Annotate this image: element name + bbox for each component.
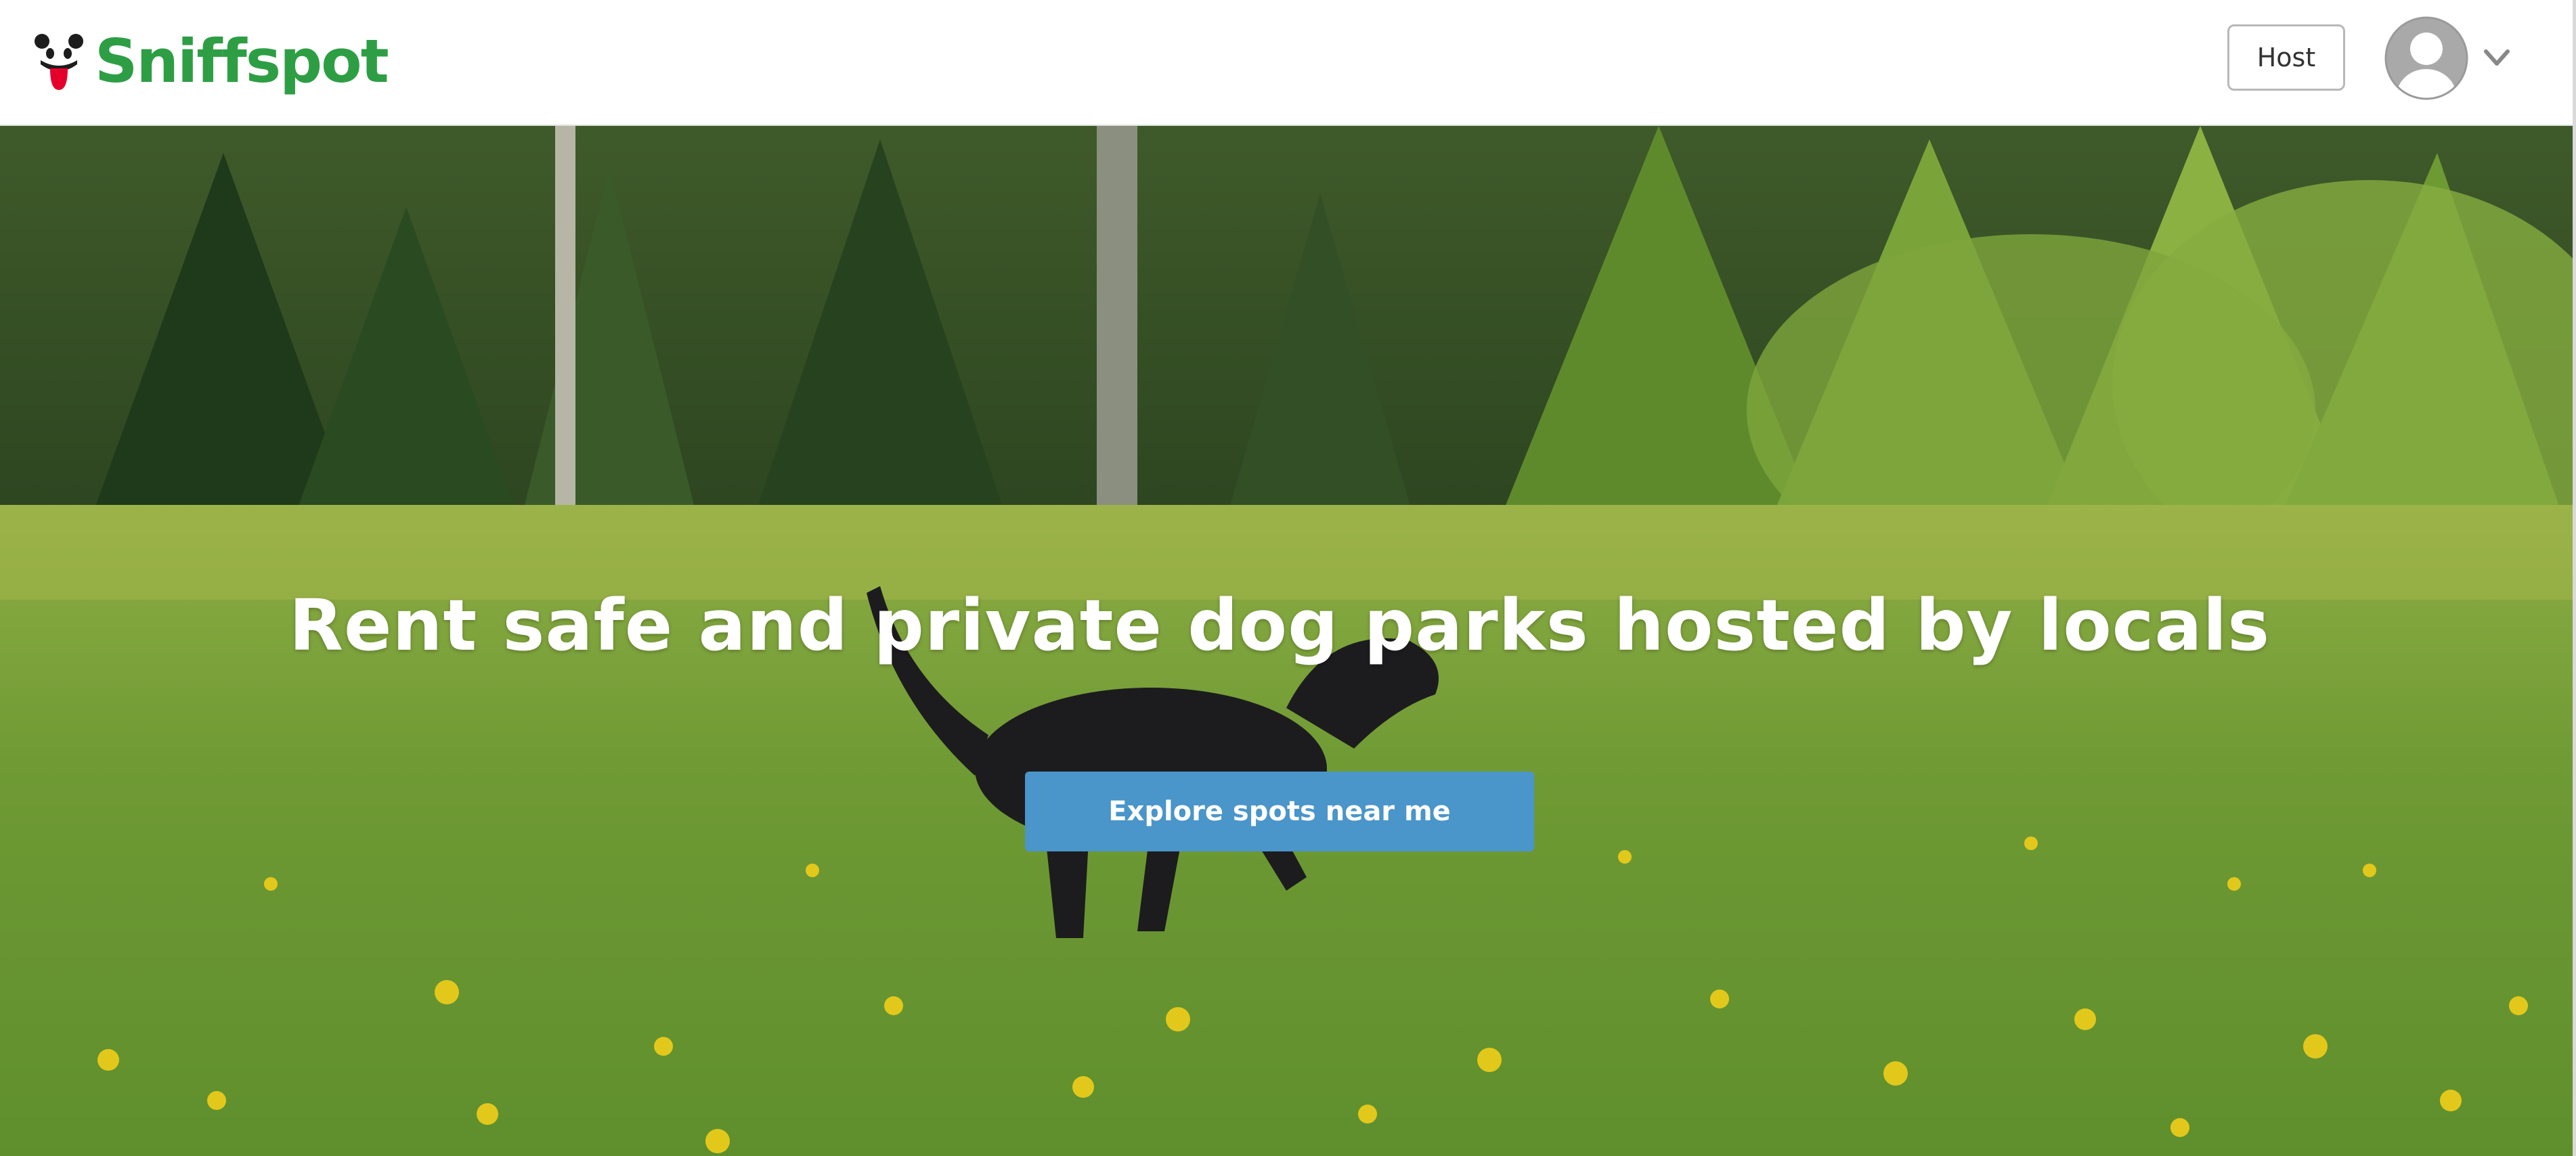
- brand-name: Sniffspot: [95, 26, 389, 96]
- host-button[interactable]: Host: [2227, 24, 2345, 91]
- dog-face-icon: [34, 28, 84, 96]
- hero-section: Rent safe and private dog parks hosted b…: [0, 126, 2573, 1156]
- site-header: Sniffspot Host: [0, 0, 2576, 126]
- sniffspot-logo[interactable]: Sniffspot: [34, 24, 389, 99]
- explore-spots-button[interactable]: Explore spots near me: [1025, 772, 1534, 851]
- hero-headline: Rent safe and private dog parks hosted b…: [288, 584, 2271, 667]
- user-avatar-icon[interactable]: [2384, 16, 2468, 100]
- page-scrollbar[interactable]: [2573, 0, 2576, 1156]
- chevron-down-icon[interactable]: [2482, 45, 2512, 72]
